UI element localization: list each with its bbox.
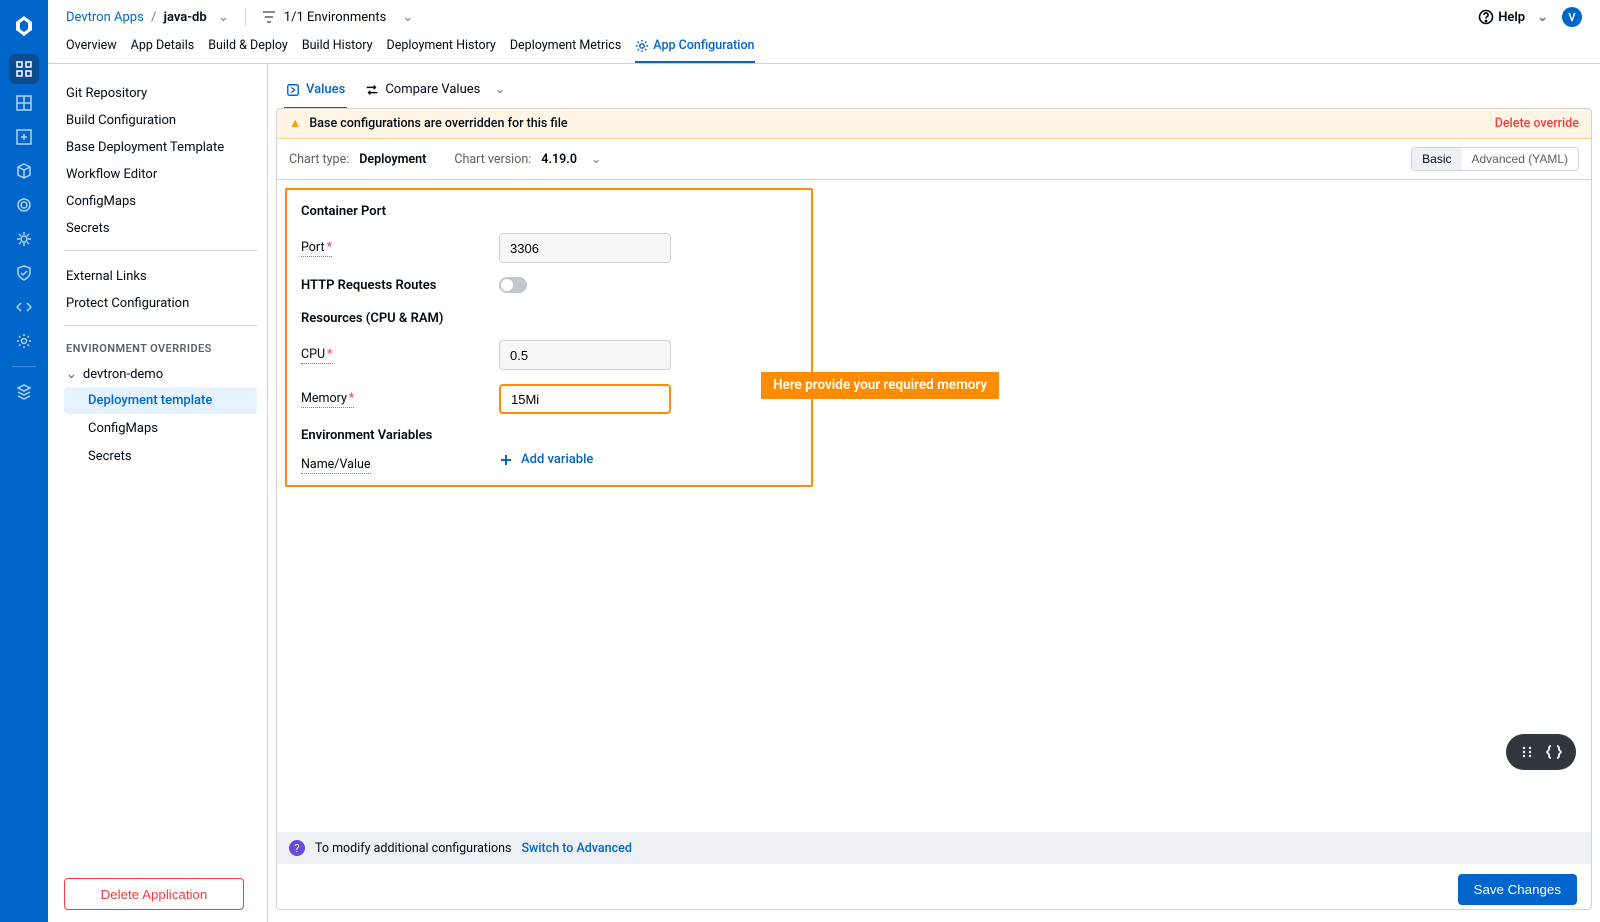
memory-callout: Here provide your required memory — [761, 372, 999, 399]
plus-icon — [499, 453, 513, 467]
nav-divider — [12, 366, 36, 367]
sidebar-item-protect-config[interactable]: Protect Configuration — [64, 290, 257, 317]
subtab-compare[interactable]: Compare Values ⌄ — [363, 76, 507, 109]
tab-app-configuration[interactable]: App Configuration — [635, 38, 754, 63]
help-icon — [1478, 9, 1494, 25]
help-menu[interactable]: Help ⌄ — [1478, 9, 1548, 25]
breadcrumb-root[interactable]: Devtron Apps — [66, 10, 144, 25]
environment-selector[interactable]: 1/1 Environments ⌄ — [262, 10, 413, 25]
overrides-label: ENVIRONMENT OVERRIDES — [64, 338, 257, 363]
chevron-down-icon: ⌄ — [1537, 10, 1548, 25]
form-highlight-box: Container Port Port* HTTP Requests Route… — [285, 188, 813, 487]
question-icon: ? — [289, 840, 305, 856]
tab-app-details[interactable]: App Details — [131, 38, 195, 63]
resources-title: Resources (CPU & RAM) — [301, 311, 797, 326]
chart-row: Chart type: Deployment Chart version: 4.… — [277, 139, 1591, 180]
switch-to-advanced-link[interactable]: Switch to Advanced — [521, 841, 631, 856]
chevron-down-icon: ⌄ — [402, 10, 413, 25]
header: Devtron Apps / java-db ⌄ 1/1 Environment… — [48, 0, 1600, 34]
sidebar-item-workflow[interactable]: Workflow Editor — [64, 161, 257, 188]
sidebar-item-base-template[interactable]: Base Deployment Template — [64, 134, 257, 161]
add-variable-button[interactable]: Add variable — [499, 452, 797, 467]
global-nav — [0, 0, 48, 922]
braces-icon — [1546, 744, 1562, 760]
nav-cube[interactable] — [9, 156, 39, 186]
sidebar-item-configmaps[interactable]: ConfigMaps — [64, 188, 257, 215]
container-port-title: Container Port — [301, 204, 797, 219]
info-strip: ? To modify additional configurations Sw… — [277, 832, 1591, 864]
nav-shield[interactable] — [9, 258, 39, 288]
override-banner: ▲ Base configurations are overridden for… — [277, 109, 1591, 139]
env-child-deployment-template[interactable]: Deployment template — [64, 387, 257, 414]
nav-apps[interactable] — [9, 54, 39, 84]
sidebar-item-secrets[interactable]: Secrets — [64, 215, 257, 242]
delete-application-button[interactable]: Delete Application — [64, 878, 244, 910]
config-sidebar: Git Repository Build Configuration Base … — [48, 64, 268, 922]
breadcrumb-current: java-db — [164, 10, 207, 25]
gear-icon — [635, 39, 649, 53]
values-icon — [286, 83, 300, 97]
segment-basic[interactable]: Basic — [1412, 148, 1461, 170]
cpu-label: CPU* — [301, 347, 333, 364]
sidebar-item-git[interactable]: Git Repository — [64, 80, 257, 107]
floating-action-button[interactable] — [1506, 734, 1576, 770]
chevron-down-icon: ⌄ — [591, 151, 601, 167]
env-tree-parent[interactable]: ⌄ devtron-demo — [64, 363, 257, 386]
chart-version-select[interactable]: 4.19.0 ⌄ — [541, 151, 601, 167]
nav-grid[interactable] — [9, 88, 39, 118]
tab-deployment-metrics[interactable]: Deployment Metrics — [510, 38, 621, 63]
filter-icon — [262, 10, 276, 24]
compare-icon — [365, 83, 379, 97]
nav-gear[interactable] — [9, 326, 39, 356]
namevalue-label: Name/Value — [301, 457, 371, 474]
tab-build-history[interactable]: Build History — [302, 38, 373, 63]
http-routes-toggle[interactable] — [499, 277, 527, 293]
http-routes-label: HTTP Requests Routes — [301, 278, 436, 293]
port-label: Port* — [301, 240, 332, 257]
app-tabs: Overview App Details Build & Deploy Buil… — [48, 34, 1600, 64]
nav-code[interactable] — [9, 292, 39, 322]
chevron-down-icon: ⌄ — [494, 82, 505, 97]
warning-icon: ▲ — [289, 116, 301, 131]
nav-target[interactable] — [9, 190, 39, 220]
values-panel: ▲ Base configurations are overridden for… — [276, 108, 1592, 910]
port-input[interactable] — [499, 233, 671, 263]
delete-override-link[interactable]: Delete override — [1495, 116, 1579, 131]
subtab-values[interactable]: Values — [284, 76, 347, 109]
chevron-down-icon[interactable]: ⌄ — [218, 10, 229, 25]
chevron-down-icon: ⌄ — [66, 367, 77, 382]
sidebar-item-build-config[interactable]: Build Configuration — [64, 107, 257, 134]
sidebar-item-external-links[interactable]: External Links — [64, 263, 257, 290]
memory-input[interactable] — [499, 384, 671, 414]
memory-label: Memory* — [301, 391, 354, 408]
tab-build-deploy[interactable]: Build & Deploy — [208, 38, 288, 63]
logo — [8, 10, 40, 42]
breadcrumb: Devtron Apps / java-db ⌄ — [66, 10, 229, 25]
env-child-secrets[interactable]: Secrets — [64, 443, 257, 470]
nav-stack[interactable] — [9, 377, 39, 407]
env-child-configmaps[interactable]: ConfigMaps — [64, 415, 257, 442]
values-subtabs: Values Compare Values ⌄ — [276, 72, 1592, 109]
avatar[interactable]: V — [1562, 7, 1582, 27]
drag-icon — [1520, 745, 1534, 759]
view-mode-segment: Basic Advanced (YAML) — [1411, 147, 1579, 171]
save-changes-button[interactable]: Save Changes — [1458, 874, 1577, 905]
env-vars-title: Environment Variables — [301, 428, 797, 443]
tab-overview[interactable]: Overview — [66, 38, 117, 63]
nav-add-panel[interactable] — [9, 122, 39, 152]
segment-advanced[interactable]: Advanced (YAML) — [1462, 148, 1579, 170]
tab-deployment-history[interactable]: Deployment History — [387, 38, 496, 63]
content-area: Values Compare Values ⌄ ▲ Base configura… — [268, 64, 1600, 922]
nav-helm[interactable] — [9, 224, 39, 254]
cpu-input[interactable] — [499, 340, 671, 370]
